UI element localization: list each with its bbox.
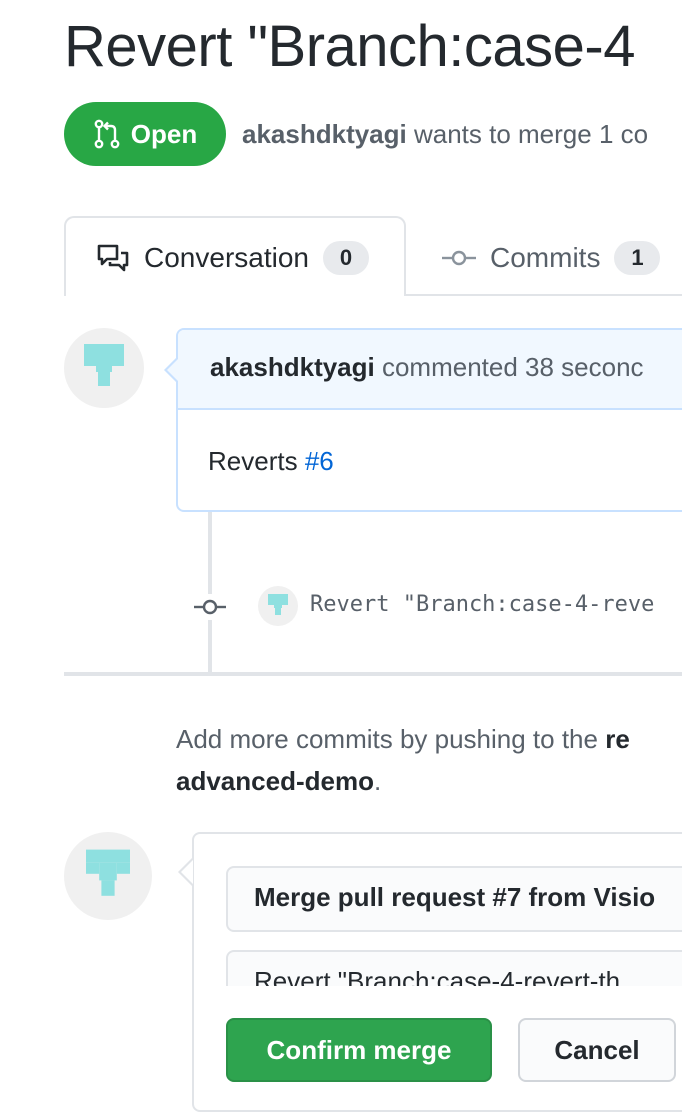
git-commit-icon	[442, 250, 476, 266]
commit-message-link[interactable]: Revert "Branch:case-4-reve	[310, 592, 654, 617]
identicon-icon	[86, 849, 130, 896]
tab-conversation[interactable]: Conversation 0	[96, 218, 369, 298]
avatar[interactable]	[64, 328, 144, 408]
pr-state-badge: Open	[64, 102, 226, 166]
pr-meta-text: wants to merge 1 co	[406, 119, 649, 149]
timeline-line	[208, 512, 212, 672]
pr-state-label: Open	[130, 118, 198, 149]
tab-conversation-label: Conversation	[144, 242, 309, 273]
comment-timestamp[interactable]: commented 38 seconc	[375, 352, 644, 382]
issue-link[interactable]: #6	[305, 446, 334, 476]
tab-commits[interactable]: Commits 1	[442, 218, 661, 298]
hint-text: Add more commits by pushing to the	[176, 724, 606, 754]
tab-commits-label: Commits	[490, 242, 601, 273]
comment-body: Reverts #6	[208, 446, 334, 477]
identicon-icon	[84, 344, 124, 386]
comment-header: akashdktyagi commented 38 seconc	[178, 330, 682, 410]
commit-node	[192, 594, 228, 620]
merge-message-text: Revert "Branch:case-4-revert-th	[254, 966, 621, 986]
branch-name-part2: advanced-demo	[176, 766, 374, 796]
commit-author-avatar[interactable]	[258, 586, 298, 626]
merge-message-textarea[interactable]: Revert "Branch:case-4-revert-th	[226, 950, 682, 986]
identicon-icon	[268, 594, 288, 615]
comment-box: akashdktyagi commented 38 seconc Reverts…	[176, 328, 682, 512]
tab-commits-counter: 1	[614, 241, 661, 275]
branch-name-part1: re	[605, 724, 630, 754]
merge-title-input[interactable]: Merge pull request #7 from Visio	[226, 866, 682, 932]
cancel-button[interactable]: Cancel	[518, 1018, 676, 1082]
pr-meta: akashdktyagi wants to merge 1 co	[242, 116, 648, 152]
merge-avatar[interactable]	[64, 832, 152, 920]
comment-author-link[interactable]: akashdktyagi	[210, 352, 375, 382]
git-pull-request-icon	[94, 119, 120, 149]
tab-conversation-counter: 0	[322, 241, 369, 275]
comment-discussion-icon	[97, 244, 129, 272]
add-commits-hint: Add more commits by pushing to the re ad…	[176, 718, 682, 802]
merge-box-caret-fill	[181, 860, 193, 884]
hint-suffix: .	[373, 766, 382, 796]
confirm-merge-button[interactable]: Confirm merge	[226, 1018, 492, 1082]
pr-title: Revert "Branch:case-4	[64, 14, 636, 79]
timeline-divider	[64, 672, 682, 676]
comment-caret-fill	[167, 358, 179, 382]
comment-body-text: Reverts	[208, 446, 305, 476]
git-commit-icon	[194, 599, 226, 615]
pr-author-link[interactable]: akashdktyagi	[242, 119, 407, 149]
